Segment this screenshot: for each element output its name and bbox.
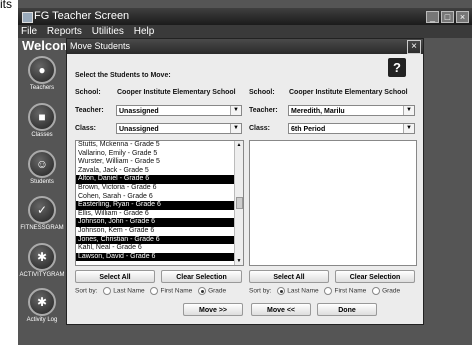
- source-student-list[interactable]: Stutts, Mckenna - Grade 5 Vallarino, Emil…: [75, 140, 244, 266]
- left-sort-firstname-radio[interactable]: [150, 287, 159, 295]
- left-teacher-value: Unassigned: [119, 108, 159, 115]
- sidebar-item-activitygram[interactable]: ✱ ACTIVITYGRAM: [19, 243, 65, 287]
- activity-log-icon: ✱: [28, 288, 56, 316]
- menu-reports[interactable]: Reports: [47, 26, 82, 37]
- left-clear-selection-button[interactable]: Clear Selection: [161, 270, 242, 283]
- left-sort-label: Sort by:: [75, 287, 98, 295]
- source-list-scrollbar[interactable]: ▲ ▼: [234, 141, 243, 265]
- list-item[interactable]: Cohen, Sarah - Grade 6: [76, 193, 243, 202]
- scroll-up-icon[interactable]: ▲: [235, 141, 243, 149]
- list-item[interactable]: Johnson, John - Grade 6: [76, 218, 243, 227]
- dialog-title: Move Students: [70, 41, 131, 51]
- left-sort-grade-radio[interactable]: [198, 287, 207, 295]
- left-teacher-select[interactable]: Unassigned ▼: [116, 105, 242, 116]
- right-sort-lastname-radio[interactable]: [277, 287, 286, 295]
- right-sort-firstname-radio[interactable]: [324, 287, 333, 295]
- sidebar-item-label: Activity Log: [26, 317, 58, 323]
- list-item[interactable]: Zavala, Jack - Grade 5: [76, 167, 243, 176]
- left-sort-row: Sort by: Last Name First Name Grade: [75, 287, 226, 295]
- left-sort-firstname-label: First Name: [160, 287, 193, 295]
- sidebar-item-label: Classes: [31, 132, 53, 138]
- welcome-heading: Welcom: [22, 38, 72, 53]
- list-item[interactable]: Brown, Victoria - Grade 6: [76, 184, 243, 193]
- chevron-down-icon: ▼: [403, 106, 414, 115]
- right-class-label: Class:: [249, 125, 271, 132]
- list-item[interactable]: Alton, Daniel - Grade 6: [76, 175, 243, 184]
- left-class-value: Unassigned: [119, 126, 159, 133]
- chevron-down-icon: ▼: [403, 124, 414, 133]
- chevron-down-icon: ▼: [230, 124, 241, 133]
- right-select-all-button[interactable]: Select All: [249, 270, 329, 283]
- right-sort-row: Sort by: Last Name First Name Grade: [249, 287, 400, 295]
- menu-bar: File Reports Utilities Help: [18, 25, 472, 38]
- sidebar-item-label: Students: [30, 179, 54, 185]
- students-icon: ☺: [28, 150, 56, 178]
- sidebar-item-label: Teachers: [29, 85, 55, 91]
- right-teacher-label: Teacher:: [249, 107, 278, 114]
- chevron-down-icon: ▼: [230, 106, 241, 115]
- left-teacher-label: Teacher:: [75, 107, 104, 114]
- sidebar-item-fitnessgram[interactable]: ✓ FITNESSGRAM: [19, 196, 65, 240]
- app-icon: [22, 12, 33, 23]
- list-item[interactable]: Easterling, Ryan - Grade 6: [76, 201, 243, 210]
- minimize-button[interactable]: _: [426, 11, 439, 23]
- menu-utilities[interactable]: Utilities: [92, 26, 124, 37]
- left-sort-lastname-label: Last Name: [113, 287, 145, 295]
- left-school-label: School:: [75, 89, 101, 96]
- window-close-button[interactable]: ×: [456, 11, 469, 23]
- dialog-titlebar: Move Students ×: [67, 39, 423, 54]
- menu-help[interactable]: Help: [134, 26, 155, 37]
- move-right-button[interactable]: Move >>: [183, 303, 243, 316]
- right-sort-firstname-label: First Name: [334, 287, 367, 295]
- window-title: FG Teacher Screen: [34, 10, 130, 22]
- menu-file[interactable]: File: [21, 26, 37, 37]
- list-item[interactable]: Ellis, William - Grade 6: [76, 210, 243, 219]
- instruction-text: Select the Students to Move:: [75, 72, 171, 79]
- left-sort-lastname-radio[interactable]: [103, 287, 112, 295]
- fitnessgram-icon: ✓: [28, 196, 56, 224]
- list-item[interactable]: Wurster, William - Grade 5: [76, 158, 243, 167]
- sidebar-item-label: ACTIVITYGRAM: [19, 272, 65, 278]
- window-titlebar: FG Teacher Screen _ □ ×: [18, 8, 472, 25]
- list-item[interactable]: Kahl, Neal - Grade 6: [76, 244, 243, 253]
- move-students-dialog: Move Students × ? Select the Students to…: [66, 38, 424, 325]
- sidebar-item-teachers[interactable]: ● Teachers: [19, 56, 65, 100]
- sidebar-item-label: FITNESSGRAM: [20, 225, 64, 231]
- right-sort-label: Sort by:: [249, 287, 272, 295]
- left-class-select[interactable]: Unassigned ▼: [116, 123, 242, 134]
- list-item[interactable]: Vallarino, Emily - Grade 5: [76, 150, 243, 159]
- done-button[interactable]: Done: [317, 303, 377, 316]
- list-item[interactable]: Jones, Christian - Grade 6: [76, 235, 243, 245]
- left-class-label: Class:: [75, 125, 97, 132]
- list-item[interactable]: Lawson, David - Grade 6: [76, 252, 243, 262]
- scroll-down-icon[interactable]: ▼: [235, 257, 243, 265]
- list-item[interactable]: Johnson, Kem - Grade 6: [76, 227, 243, 236]
- right-school-value: Cooper Institute Elementary School: [289, 89, 408, 96]
- right-class-value: 6th Period: [291, 126, 326, 133]
- classes-icon: ■: [28, 103, 56, 131]
- list-item[interactable]: Stutts, Mckenna - Grade 5: [76, 141, 243, 150]
- right-class-select[interactable]: 6th Period ▼: [288, 123, 415, 134]
- sidebar-item-classes[interactable]: ■ Classes: [19, 103, 65, 147]
- left-select-all-button[interactable]: Select All: [75, 270, 155, 283]
- right-sort-lastname-label: Last Name: [287, 287, 319, 295]
- right-sort-grade-label: Grade: [382, 287, 401, 295]
- scroll-thumb[interactable]: [236, 197, 243, 209]
- right-sort-grade-radio[interactable]: [372, 287, 381, 295]
- left-sort-grade-label: Grade: [208, 287, 227, 295]
- left-school-value: Cooper Institute Elementary School: [117, 89, 236, 96]
- maximize-button[interactable]: □: [441, 11, 454, 23]
- destination-student-list[interactable]: [249, 140, 417, 266]
- help-button[interactable]: ?: [388, 58, 406, 77]
- right-teacher-value: Meredith, Marilu: [291, 108, 345, 115]
- sidebar-item-students[interactable]: ☺ Students: [19, 150, 65, 194]
- teacher-icon: ●: [28, 56, 56, 84]
- dialog-close-button[interactable]: ×: [407, 40, 421, 54]
- right-school-label: School:: [249, 89, 275, 96]
- sidebar-item-activity-log[interactable]: ✱ Activity Log: [19, 288, 65, 332]
- activitygram-icon: ✱: [28, 243, 56, 271]
- right-teacher-select[interactable]: Meredith, Marilu ▼: [288, 105, 415, 116]
- right-clear-selection-button[interactable]: Clear Selection: [335, 270, 415, 283]
- move-left-button[interactable]: Move <<: [251, 303, 311, 316]
